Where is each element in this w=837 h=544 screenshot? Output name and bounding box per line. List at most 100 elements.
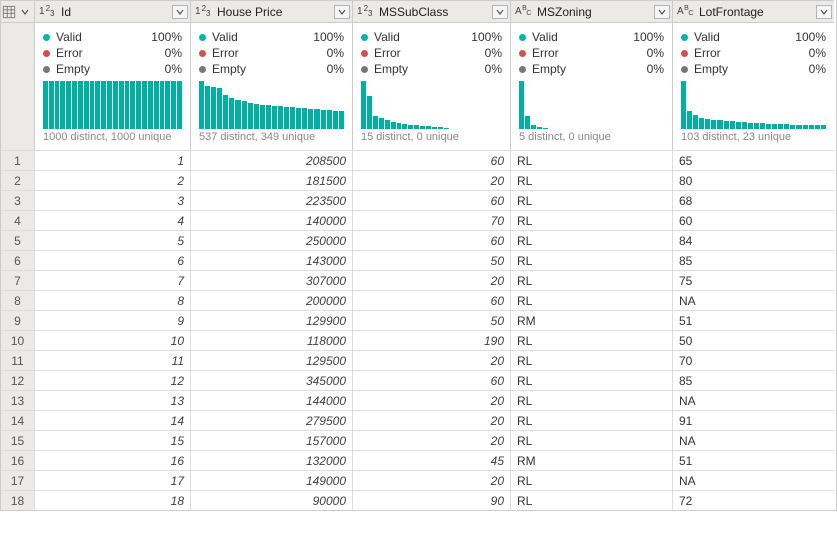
cell-mz[interactable]: RL <box>510 250 672 270</box>
cell-mz[interactable]: RL <box>510 370 672 390</box>
cell-ms[interactable]: 20 <box>352 270 510 290</box>
cell-id[interactable]: 13 <box>34 390 190 410</box>
row-number[interactable]: 1 <box>0 150 34 170</box>
cell-hp[interactable]: 129500 <box>190 350 352 370</box>
cell-id[interactable]: 15 <box>34 430 190 450</box>
cell-id[interactable]: 17 <box>34 470 190 490</box>
cell-lf[interactable]: 85 <box>672 250 834 270</box>
row-number[interactable]: 13 <box>0 390 34 410</box>
cell-mz[interactable]: RL <box>510 270 672 290</box>
cell-ms[interactable]: 70 <box>352 210 510 230</box>
cell-hp[interactable]: 149000 <box>190 470 352 490</box>
column-header-hp[interactable]: 123House Price <box>190 0 352 22</box>
cell-id[interactable]: 6 <box>34 250 190 270</box>
cell-ms[interactable]: 60 <box>352 370 510 390</box>
column-filter-id[interactable] <box>172 5 188 19</box>
cell-lf[interactable]: 65 <box>672 150 834 170</box>
table-row[interactable]: 171714900020RLNA <box>0 470 836 490</box>
row-number[interactable]: 15 <box>0 430 34 450</box>
cell-mz[interactable]: RL <box>510 410 672 430</box>
table-row[interactable]: 1010118000190RL50 <box>0 330 836 350</box>
cell-mz[interactable]: RL <box>510 390 672 410</box>
cell-mz[interactable]: RL <box>510 230 672 250</box>
cell-mz[interactable]: RL <box>510 150 672 170</box>
cell-ms[interactable]: 190 <box>352 330 510 350</box>
cell-hp[interactable]: 118000 <box>190 330 352 350</box>
cell-lf[interactable]: 70 <box>672 350 834 370</box>
column-filter-mz[interactable] <box>654 5 670 19</box>
cell-id[interactable]: 1 <box>34 150 190 170</box>
cell-id[interactable]: 9 <box>34 310 190 330</box>
cell-ms[interactable]: 20 <box>352 390 510 410</box>
cell-ms[interactable]: 20 <box>352 470 510 490</box>
row-number[interactable]: 17 <box>0 470 34 490</box>
cell-lf[interactable]: NA <box>672 290 834 310</box>
cell-lf[interactable]: NA <box>672 470 834 490</box>
row-number[interactable]: 11 <box>0 350 34 370</box>
cell-mz[interactable]: RM <box>510 310 672 330</box>
cell-id[interactable]: 16 <box>34 450 190 470</box>
cell-hp[interactable]: 90000 <box>190 490 352 510</box>
cell-hp[interactable]: 157000 <box>190 430 352 450</box>
cell-hp[interactable]: 208500 <box>190 150 352 170</box>
cell-mz[interactable]: RL <box>510 210 672 230</box>
cell-lf[interactable]: 72 <box>672 490 834 510</box>
cell-lf[interactable]: 84 <box>672 230 834 250</box>
table-row[interactable]: 3322350060RL68 <box>0 190 836 210</box>
table-row[interactable]: 131314400020RLNA <box>0 390 836 410</box>
cell-lf[interactable]: 75 <box>672 270 834 290</box>
cell-lf[interactable]: 68 <box>672 190 834 210</box>
cell-mz[interactable]: RL <box>510 350 672 370</box>
cell-mz[interactable]: RL <box>510 170 672 190</box>
cell-ms[interactable]: 20 <box>352 350 510 370</box>
table-row[interactable]: 8820000060RLNA <box>0 290 836 310</box>
cell-id[interactable]: 18 <box>34 490 190 510</box>
cell-id[interactable]: 11 <box>34 350 190 370</box>
cell-id[interactable]: 3 <box>34 190 190 210</box>
cell-hp[interactable]: 279500 <box>190 410 352 430</box>
cell-ms[interactable]: 20 <box>352 410 510 430</box>
cell-lf[interactable]: NA <box>672 430 834 450</box>
cell-ms[interactable]: 20 <box>352 170 510 190</box>
cell-mz[interactable]: RM <box>510 450 672 470</box>
cell-id[interactable]: 5 <box>34 230 190 250</box>
row-number[interactable]: 9 <box>0 310 34 330</box>
cell-id[interactable]: 7 <box>34 270 190 290</box>
row-number[interactable]: 8 <box>0 290 34 310</box>
cell-id[interactable]: 14 <box>34 410 190 430</box>
row-number[interactable]: 4 <box>0 210 34 230</box>
cell-ms[interactable]: 20 <box>352 430 510 450</box>
cell-mz[interactable]: RL <box>510 330 672 350</box>
cell-lf[interactable]: 85 <box>672 370 834 390</box>
table-row[interactable]: 121234500060RL85 <box>0 370 836 390</box>
row-number[interactable]: 14 <box>0 410 34 430</box>
cell-hp[interactable]: 144000 <box>190 390 352 410</box>
cell-hp[interactable]: 143000 <box>190 250 352 270</box>
cell-mz[interactable]: RL <box>510 430 672 450</box>
row-number[interactable]: 12 <box>0 370 34 390</box>
table-row[interactable]: 151515700020RLNA <box>0 430 836 450</box>
cell-lf[interactable]: 60 <box>672 210 834 230</box>
cell-ms[interactable]: 90 <box>352 490 510 510</box>
cell-mz[interactable]: RL <box>510 290 672 310</box>
row-number[interactable]: 5 <box>0 230 34 250</box>
cell-ms[interactable]: 60 <box>352 150 510 170</box>
table-row[interactable]: 141427950020RL91 <box>0 410 836 430</box>
table-row[interactable]: 5525000060RL84 <box>0 230 836 250</box>
cell-hp[interactable]: 140000 <box>190 210 352 230</box>
cell-id[interactable]: 2 <box>34 170 190 190</box>
column-header-id[interactable]: 123Id <box>34 0 190 22</box>
cell-mz[interactable]: RL <box>510 190 672 210</box>
cell-lf[interactable]: NA <box>672 390 834 410</box>
cell-mz[interactable]: RL <box>510 470 672 490</box>
column-filter-ms[interactable] <box>492 5 508 19</box>
column-filter-hp[interactable] <box>334 5 350 19</box>
cell-ms[interactable]: 50 <box>352 310 510 330</box>
row-number[interactable]: 7 <box>0 270 34 290</box>
cell-id[interactable]: 8 <box>34 290 190 310</box>
cell-lf[interactable]: 80 <box>672 170 834 190</box>
row-number[interactable]: 16 <box>0 450 34 470</box>
cell-id[interactable]: 4 <box>34 210 190 230</box>
cell-ms[interactable]: 60 <box>352 290 510 310</box>
row-number[interactable]: 2 <box>0 170 34 190</box>
